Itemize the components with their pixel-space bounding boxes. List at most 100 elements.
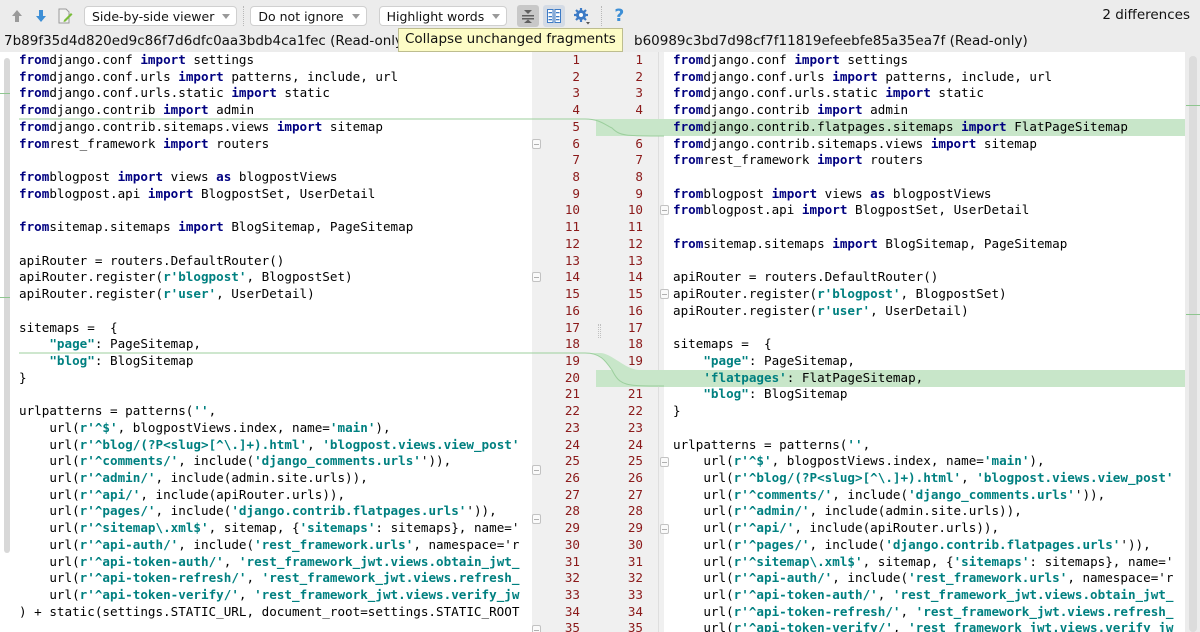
prev-difference-icon[interactable] xyxy=(6,5,28,27)
code-line: url(r'^sitemap\.xml$', sitemap, {'sitema… xyxy=(673,554,1173,571)
string-token: r'^api-token-auth/' xyxy=(79,553,224,569)
left-line-number: 7 xyxy=(572,152,580,168)
right-line-number: 14 xyxy=(627,269,643,285)
chevron-down-icon xyxy=(492,14,501,19)
code-token: , include(admin.site.urls)), xyxy=(155,470,368,485)
code-token: : FlatPageSitemap, xyxy=(786,369,924,385)
left-line-number: 25 xyxy=(564,453,580,469)
divider-grip[interactable] xyxy=(598,324,601,338)
keyword-token: import xyxy=(178,219,224,235)
code-token: url( xyxy=(19,486,80,502)
string-token: r'^api-token-refresh/' xyxy=(79,570,247,586)
code-line: url(r'^api-token-verify/', 'rest_framewo… xyxy=(673,620,1173,632)
right-line-number: 1 xyxy=(635,52,643,67)
right-line-number: 21 xyxy=(627,386,643,402)
fold-marker-icon[interactable] xyxy=(660,524,669,534)
fold-marker-icon[interactable] xyxy=(532,625,541,632)
highlight-mode-dropdown[interactable]: Highlight words xyxy=(378,6,508,26)
code-token: apiRouter.register( xyxy=(19,269,164,285)
code-token: , include(apiRouter.urls)), xyxy=(794,520,1000,536)
highlight-mode-label: Highlight words xyxy=(386,8,485,24)
string-token: 'blogpost.views.view_post' xyxy=(976,470,1174,485)
code-token: , namespace='r xyxy=(413,536,520,552)
string-token: "blog" xyxy=(703,386,749,402)
fold-marker-icon[interactable] xyxy=(660,457,669,467)
edit-source-icon[interactable] xyxy=(54,5,76,27)
string-token: "page" xyxy=(49,336,95,352)
viewer-mode-dropdown[interactable]: Side-by-side viewer xyxy=(84,6,238,26)
code-token: ), xyxy=(1029,453,1045,469)
string-token: r'^comments/' xyxy=(79,453,179,469)
fold-marker-icon[interactable] xyxy=(532,139,541,149)
code-line: url(r'^$', blogpostViews.index, name='ma… xyxy=(19,419,391,437)
settings-gear-icon[interactable] xyxy=(571,5,593,27)
fold-marker-icon[interactable] xyxy=(532,514,541,524)
code-token: sitemap xyxy=(322,118,383,134)
code-token: FlatPageSitemap xyxy=(1006,118,1128,134)
fold-marker-icon[interactable] xyxy=(532,465,541,475)
fold-marker-icon[interactable] xyxy=(660,205,669,215)
keyword-token: as xyxy=(216,169,232,185)
string-token: 'rest_framework_jwt.views.verify_jw xyxy=(908,620,1174,632)
toolbar-separator xyxy=(601,6,603,26)
code-line: url(r'^comments/', include('django_comme… xyxy=(19,453,451,470)
collapse-unchanged-button[interactable] xyxy=(517,5,540,27)
code-line: url(r'^admin/', include(admin.site.urls)… xyxy=(19,470,368,487)
code-token: : sitemaps}, name=' xyxy=(1029,553,1174,569)
left-line-number: 24 xyxy=(564,436,580,452)
keyword-token: import xyxy=(817,102,863,118)
code-token: BlogpostSet, UserDetail xyxy=(193,185,376,201)
right-line-number: 23 xyxy=(627,419,643,435)
code-token: patterns, include, url xyxy=(877,68,1053,84)
code-line: fromdjango.contrib import admin xyxy=(19,102,254,119)
left-scrollbar[interactable] xyxy=(4,58,10,553)
code-line: fromrest_framework import routers xyxy=(673,152,923,169)
code-line: fromdjango.contrib.flatpages.sitemaps im… xyxy=(673,119,1128,136)
string-token: r'blogpost' xyxy=(817,286,901,302)
code-token: rest_framework xyxy=(703,152,818,168)
differences-count: 2 differences xyxy=(1102,7,1190,23)
code-line: url(r'^pages/', include('django.contrib.… xyxy=(673,537,1150,554)
code-line: url(r'^api-token-auth/', 'rest_framework… xyxy=(19,554,519,571)
code-line: fromdjango.conf import settings xyxy=(19,52,254,69)
code-token: admin xyxy=(208,102,255,118)
next-difference-icon[interactable] xyxy=(30,5,52,27)
code-line: fromblogpost.api import BlogpostSet, Use… xyxy=(19,186,375,203)
code-line: fromdjango.conf.urls.static import stati… xyxy=(673,85,984,102)
fold-marker-icon[interactable] xyxy=(660,289,669,299)
code-token: url( xyxy=(673,553,734,569)
keyword-token: from xyxy=(673,202,704,218)
ignore-whitespace-dropdown[interactable]: Do not ignore xyxy=(250,6,367,26)
code-line: url(r'^comments/', include('django_comme… xyxy=(673,487,1105,504)
fold-marker-icon[interactable] xyxy=(532,272,541,282)
right-scrollbar[interactable] xyxy=(1189,56,1197,632)
right-line-number: 24 xyxy=(627,436,643,452)
keyword-token: import xyxy=(771,185,818,201)
left-editor[interactable]: fromdjango.conf import settings fromdjang… xyxy=(0,52,532,632)
string-token: 'rest_framework_jwt.views.obtain_jwt_ xyxy=(892,587,1174,603)
code-token: , xyxy=(246,570,262,586)
help-icon[interactable]: ? xyxy=(608,5,630,27)
code-line: ) + static(settings.STATIC_URL, document… xyxy=(19,604,519,621)
keyword-token: as xyxy=(870,185,886,201)
code-token: , include( xyxy=(178,536,255,552)
keyword-token: import xyxy=(794,52,840,67)
code-token: apiRouter.register( xyxy=(673,286,818,302)
right-line-number: 5 xyxy=(635,118,643,134)
change-marker xyxy=(0,93,10,94)
right-line-number: 30 xyxy=(627,536,643,552)
right-editor[interactable]: fromdjango.conf import settings fromdjang… xyxy=(664,52,1185,632)
left-line-number: 27 xyxy=(564,486,580,502)
right-line-number: 15 xyxy=(627,286,643,302)
sync-scroll-button[interactable] xyxy=(543,5,566,27)
left-line-number: 15 xyxy=(564,286,580,302)
right-line-number: 9 xyxy=(635,185,643,201)
code-line: apiRouter.register(r'user', UserDetail) xyxy=(673,303,969,320)
code-line: url(r'^sitemap\.xml$', sitemap, {'sitema… xyxy=(19,520,519,537)
code-token: ), xyxy=(375,419,391,435)
string-token: r'^sitemap\.xml$' xyxy=(79,520,209,536)
code-line: fromblogpost import views as blogpostVie… xyxy=(673,186,992,203)
code-line: fromdjango.contrib.sitemaps.views import… xyxy=(673,136,1037,153)
code-token: , blogpostViews.index, name= xyxy=(771,453,984,469)
